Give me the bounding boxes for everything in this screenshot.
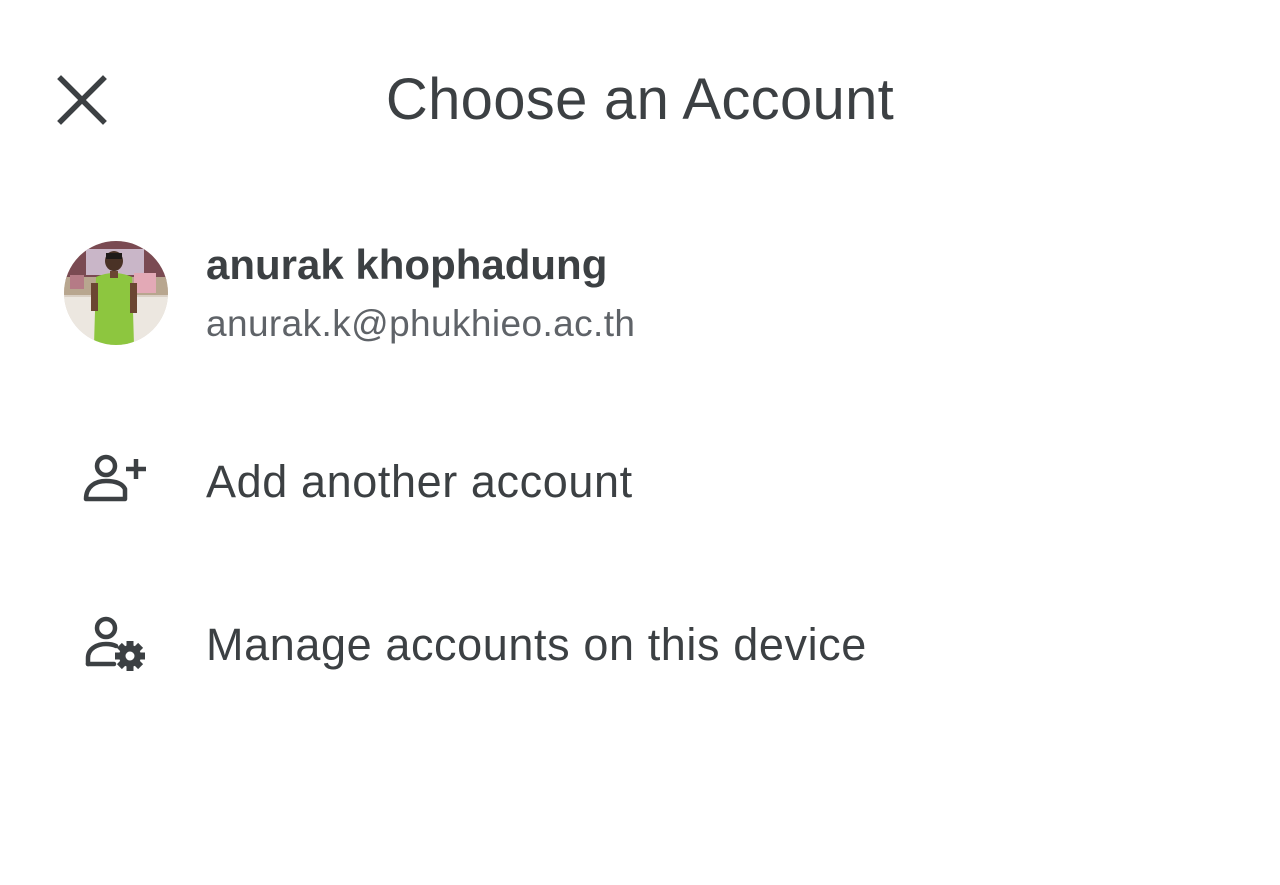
person-add-icon xyxy=(83,454,146,502)
dialog-header: Choose an Account xyxy=(0,0,1280,200)
manage-accounts-button[interactable]: Manage accounts on this device xyxy=(0,590,1280,700)
add-account-label: Add another account xyxy=(206,456,633,507)
account-item[interactable]: anurak khophadung anurak.k@phukhieo.ac.t… xyxy=(0,225,1280,365)
add-account-button[interactable]: Add another account xyxy=(0,427,1280,537)
account-name: anurak khophadung xyxy=(206,241,608,288)
account-email: anurak.k@phukhieo.ac.th xyxy=(206,303,636,344)
page-title: Choose an Account xyxy=(385,67,895,132)
manage-accounts-label: Manage accounts on this device xyxy=(206,619,867,670)
avatar xyxy=(64,241,168,345)
manage-accounts-icon xyxy=(85,616,145,671)
